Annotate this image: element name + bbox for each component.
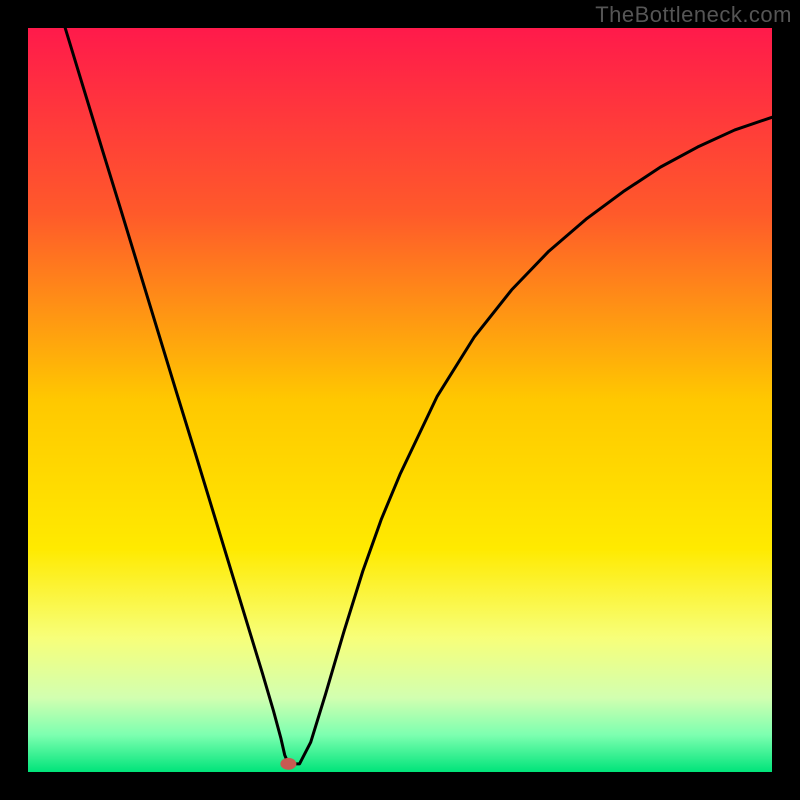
chart-canvas [0, 0, 800, 800]
bottleneck-chart: TheBottleneck.com [0, 0, 800, 800]
chart-background [28, 28, 772, 772]
watermark-text: TheBottleneck.com [595, 2, 792, 28]
bottleneck-minimum-marker [280, 758, 296, 770]
